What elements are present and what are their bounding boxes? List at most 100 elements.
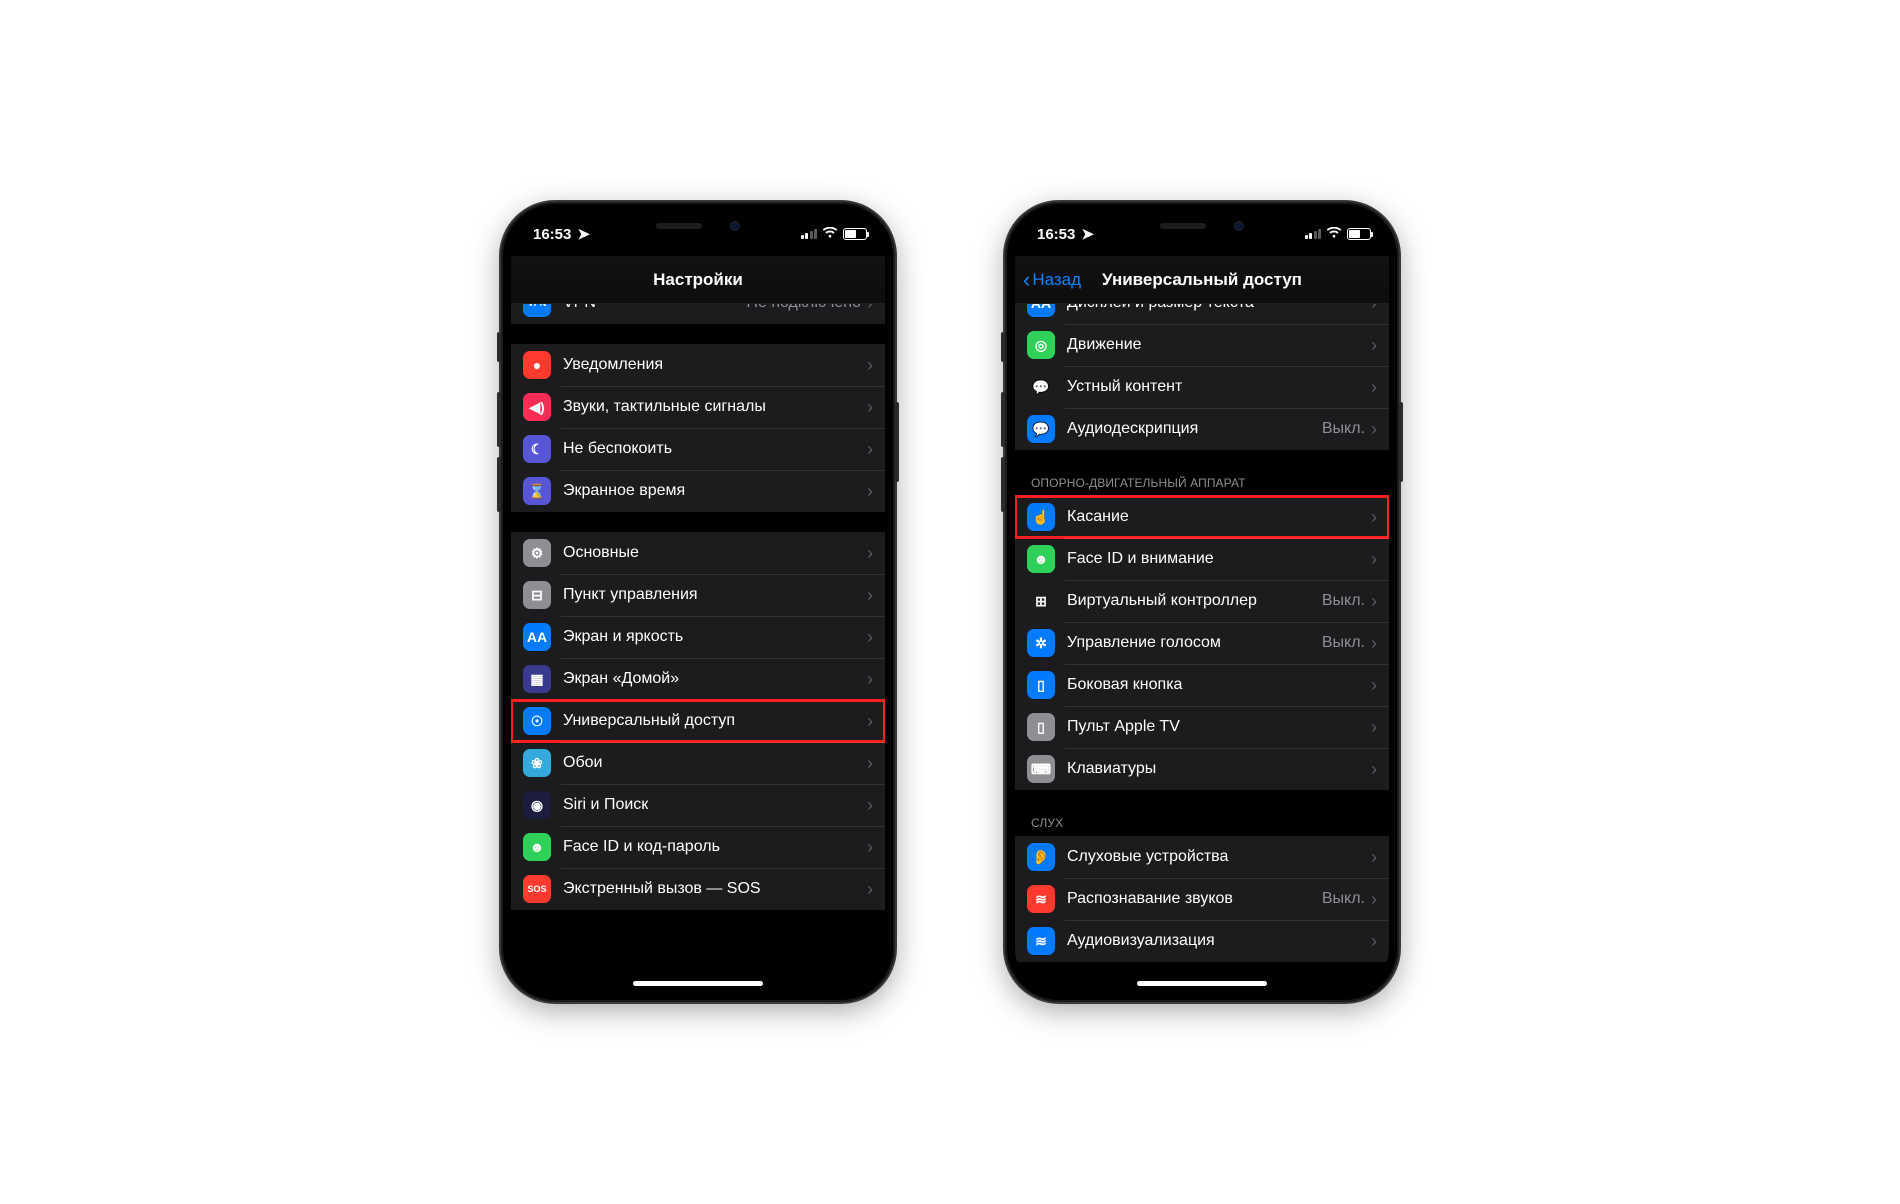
settings-section: СЛУХ👂Слуховые устройства›≋Распознавание … xyxy=(1015,810,1389,962)
row-label: Уведомления xyxy=(563,356,867,374)
notch xyxy=(608,212,788,240)
sos-icon: SOS xyxy=(523,875,551,903)
chevron-right-icon: › xyxy=(867,439,873,460)
faceid-att-icon: ☻ xyxy=(1027,545,1055,573)
soundrec-icon: ≋ xyxy=(1027,885,1055,913)
accessibility-list[interactable]: AAДисплей и размер текста›◎Движение›💬Уст… xyxy=(1015,304,1389,992)
settings-row[interactable]: ⊟Пункт управления› xyxy=(511,574,885,616)
row-label: Экран и яркость xyxy=(563,628,867,646)
section-rows: VPNVPNНе подключено› xyxy=(511,304,885,324)
settings-row[interactable]: ☻Face ID и внимание› xyxy=(1015,538,1389,580)
settings-row[interactable]: 💬Устный контент› xyxy=(1015,366,1389,408)
section-rows: ⚙Основные›⊟Пункт управления›AAЭкран и яр… xyxy=(511,532,885,910)
status-time: 16:53 xyxy=(533,226,571,243)
row-label: Слуховые устройства xyxy=(1067,848,1371,866)
settings-row[interactable]: ▦ Экран «Домой»› xyxy=(511,658,885,700)
settings-row[interactable]: ☉Универсальный доступ› xyxy=(511,700,885,742)
section-rows: AAДисплей и размер текста›◎Движение›💬Уст… xyxy=(1015,304,1389,450)
phone-frame-right: 16:53 ➤ ‹ Назад Универсальный доступ AAД… xyxy=(1005,202,1399,1002)
row-value: Выкл. xyxy=(1322,634,1365,652)
settings-list[interactable]: VPNVPNНе подключено›●Уведомления›◀)Звуки… xyxy=(511,304,885,992)
mute-switch xyxy=(1001,332,1005,362)
row-label: Siri и Поиск xyxy=(563,796,867,814)
chevron-right-icon: › xyxy=(867,627,873,648)
settings-row[interactable]: ⊞Виртуальный контроллерВыкл.› xyxy=(1015,580,1389,622)
section-header: СЛУХ xyxy=(1015,810,1389,836)
accessibility-icon: ☉ xyxy=(523,707,551,735)
chevron-right-icon: › xyxy=(867,669,873,690)
settings-row[interactable]: ⚙Основные› xyxy=(511,532,885,574)
chevron-right-icon: › xyxy=(867,837,873,858)
settings-row[interactable]: ◎Движение› xyxy=(1015,324,1389,366)
settings-row[interactable]: ✲Управление голосомВыкл.› xyxy=(1015,622,1389,664)
row-label: Основные xyxy=(563,544,867,562)
sidebutton-icon: ▯ xyxy=(1027,671,1055,699)
settings-row[interactable]: ☝Касание› xyxy=(1015,496,1389,538)
chevron-right-icon: › xyxy=(867,355,873,376)
notch xyxy=(1112,212,1292,240)
settings-row[interactable]: ◉Siri и Поиск› xyxy=(511,784,885,826)
settings-row[interactable]: ◀)Звуки, тактильные сигналы› xyxy=(511,386,885,428)
homescreen-icon: ▦ xyxy=(523,665,551,693)
nav-bar: ‹ Назад Универсальный доступ xyxy=(1015,256,1389,304)
chevron-left-icon: ‹ xyxy=(1023,269,1030,291)
chevron-right-icon: › xyxy=(867,585,873,606)
back-button[interactable]: ‹ Назад xyxy=(1023,256,1081,303)
signal-icon xyxy=(1305,229,1322,239)
chevron-right-icon: › xyxy=(867,711,873,732)
settings-row[interactable]: ❀Обои› xyxy=(511,742,885,784)
chevron-right-icon: › xyxy=(867,795,873,816)
settings-row[interactable]: ● Уведомления› xyxy=(511,344,885,386)
spoken-icon: 💬 xyxy=(1027,373,1055,401)
section-rows: 👂Слуховые устройства›≋Распознавание звук… xyxy=(1015,836,1389,962)
settings-section: ⚙Основные›⊟Пункт управления›AAЭкран и яр… xyxy=(511,532,885,910)
wifi-icon xyxy=(1326,226,1342,243)
status-time: 16:53 xyxy=(1037,226,1075,243)
settings-row[interactable]: ⌛Экранное время› xyxy=(511,470,885,512)
settings-row[interactable]: ≋Распознавание звуковВыкл.› xyxy=(1015,878,1389,920)
row-label: Экран «Домой» xyxy=(563,670,867,688)
faceid-icon: ☻ xyxy=(523,833,551,861)
row-label: Аудиодескрипция xyxy=(1067,420,1322,438)
nav-title: Универсальный доступ xyxy=(1102,270,1302,290)
audio-icon: ≋ xyxy=(1027,927,1055,955)
settings-row[interactable]: ▯Пульт Apple TV› xyxy=(1015,706,1389,748)
row-label: Звуки, тактильные сигналы xyxy=(563,398,867,416)
settings-row[interactable]: ☾Не беспокоить› xyxy=(511,428,885,470)
settings-row[interactable]: AAДисплей и размер текста› xyxy=(1015,304,1389,324)
home-indicator[interactable] xyxy=(633,981,763,986)
settings-row[interactable]: ▯Боковая кнопка› xyxy=(1015,664,1389,706)
home-indicator[interactable] xyxy=(1137,981,1267,986)
settings-row[interactable]: VPNVPNНе подключено› xyxy=(511,304,885,324)
volume-down xyxy=(1001,457,1005,512)
battery-icon xyxy=(1347,228,1371,240)
chevron-right-icon: › xyxy=(1371,633,1377,654)
dnd-icon: ☾ xyxy=(523,435,551,463)
chevron-right-icon: › xyxy=(867,304,873,314)
motion-icon: ◎ xyxy=(1027,331,1055,359)
notifications-icon: ● xyxy=(523,351,551,379)
chevron-right-icon: › xyxy=(867,481,873,502)
location-icon: ➤ xyxy=(577,225,590,243)
chevron-right-icon: › xyxy=(1371,675,1377,696)
settings-row[interactable]: ⌨Клавиатуры› xyxy=(1015,748,1389,790)
settings-section: ●Уведомления›◀)Звуки, тактильные сигналы… xyxy=(511,344,885,512)
settings-row[interactable]: 👂Слуховые устройства› xyxy=(1015,836,1389,878)
settings-row[interactable]: 💬АудиодескрипцияВыкл.› xyxy=(1015,408,1389,450)
row-value: Выкл. xyxy=(1322,592,1365,610)
settings-row[interactable]: ≋Аудиовизуализация› xyxy=(1015,920,1389,962)
row-label: Пульт Apple TV xyxy=(1067,718,1371,736)
settings-row[interactable]: ☻Face ID и код-пароль› xyxy=(511,826,885,868)
screen-left: 16:53 ➤ Настройки VPNVPNНе подключено›●У… xyxy=(511,212,885,992)
settings-row[interactable]: AAЭкран и яркость› xyxy=(511,616,885,658)
settings-section: VPNVPNНе подключено› xyxy=(511,304,885,324)
row-label: Face ID и внимание xyxy=(1067,550,1371,568)
settings-row[interactable]: SOSЭкстренный вызов — SOS› xyxy=(511,868,885,910)
chevron-right-icon: › xyxy=(1371,759,1377,780)
chevron-right-icon: › xyxy=(867,397,873,418)
row-label: VPN xyxy=(563,304,746,312)
chevron-right-icon: › xyxy=(867,543,873,564)
chevron-right-icon: › xyxy=(1371,304,1377,314)
row-value: Выкл. xyxy=(1322,420,1365,438)
chevron-right-icon: › xyxy=(1371,591,1377,612)
